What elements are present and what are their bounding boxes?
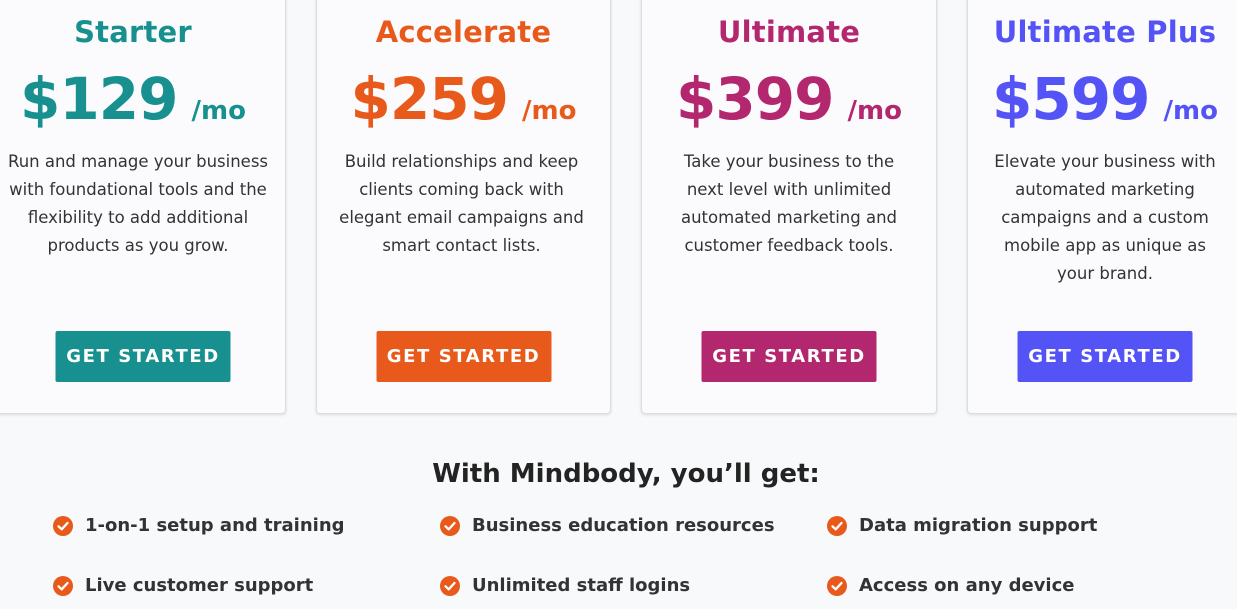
get-started-button-ultimate-plus[interactable]: GET STARTED bbox=[1017, 331, 1193, 382]
get-started-button-ultimate[interactable]: GET STARTED bbox=[701, 331, 877, 382]
plan-name: Starter bbox=[74, 15, 192, 49]
price-period: /mo bbox=[521, 96, 577, 126]
benefit-item: Unlimited staff logins bbox=[440, 575, 690, 596]
benefit-label: Access on any device bbox=[859, 575, 1075, 596]
price-row: $599 /mo bbox=[944, 64, 1237, 134]
benefit-item: 1-on-1 setup and training bbox=[53, 515, 345, 536]
price-row: $129 /mo bbox=[0, 64, 285, 134]
plan-card-starter: Starter $129 /mo Run and manage your bus… bbox=[0, 0, 286, 414]
price-row: $399 /mo bbox=[642, 64, 936, 134]
plan-description: Run and manage your business with founda… bbox=[7, 152, 269, 255]
plan-price: $599 bbox=[992, 65, 1150, 133]
benefit-item: Access on any device bbox=[827, 575, 1074, 596]
benefit-label: Live customer support bbox=[85, 575, 314, 596]
plan-card-accelerate: Accelerate $259 /mo Build relationships … bbox=[316, 0, 611, 414]
benefit-item: Live customer support bbox=[53, 575, 313, 596]
check-circle-icon bbox=[440, 515, 460, 536]
benefit-label: Business education resources bbox=[472, 515, 775, 536]
check-circle-icon bbox=[827, 515, 847, 536]
pricing-plans: Starter $129 /mo Run and manage your bus… bbox=[0, 0, 1237, 415]
plan-name: Ultimate bbox=[717, 15, 861, 49]
benefit-label: Data migration support bbox=[859, 515, 1098, 536]
benefits-title: With Mindbody, you’ll get: bbox=[432, 459, 820, 489]
plan-card-ultimate: Ultimate $399 /mo Take your business to … bbox=[641, 0, 937, 414]
plan-price: $129 bbox=[20, 65, 178, 133]
price-row: $259 /mo bbox=[317, 64, 610, 134]
price-period: /mo bbox=[1163, 96, 1218, 126]
get-started-button-accelerate[interactable]: GET STARTED bbox=[376, 331, 551, 382]
price-period: /mo bbox=[191, 96, 246, 126]
benefit-item: Data migration support bbox=[827, 515, 1097, 536]
check-circle-icon bbox=[53, 575, 73, 596]
plan-card-ultimate-plus: Ultimate Plus $599 /mo Elevate your busi… bbox=[967, 0, 1237, 414]
plan-name: Ultimate Plus bbox=[993, 15, 1217, 49]
plan-price: $399 bbox=[676, 65, 834, 133]
plan-name: Accelerate bbox=[375, 15, 552, 49]
check-circle-icon bbox=[440, 575, 460, 596]
benefit-label: 1-on-1 setup and training bbox=[85, 515, 345, 536]
get-started-button-starter[interactable]: GET STARTED bbox=[55, 331, 231, 382]
check-circle-icon bbox=[827, 575, 847, 596]
benefit-item: Business education resources bbox=[440, 515, 775, 536]
plan-description: Elevate your business with automated mar… bbox=[994, 152, 1216, 283]
benefit-label: Unlimited staff logins bbox=[472, 575, 691, 596]
price-period: /mo bbox=[847, 96, 902, 126]
plan-description: Build relationships and keep clients com… bbox=[339, 152, 584, 255]
check-circle-icon bbox=[53, 515, 73, 536]
plan-description: Take your business to the next level wit… bbox=[680, 152, 897, 255]
plan-price: $259 bbox=[350, 65, 509, 133]
